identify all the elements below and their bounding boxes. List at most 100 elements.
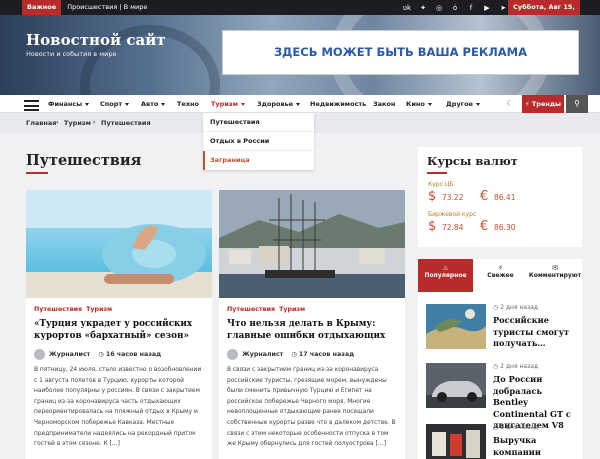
list-item[interactable]: ◷ 2 дня назад Выручка компании: [426, 424, 578, 459]
post-excerpt: В связи с закрытием границ из-за коронав…: [227, 367, 396, 448]
nav-item-realty[interactable]: Недвижимость: [310, 95, 366, 113]
social-links: ʋk ✦ ◎ ȯ f ▶ ➤: [399, 0, 511, 15]
ex-eur-value: 86.30: [494, 223, 516, 232]
current-date: Суббота, Авг 15, 2020: [508, 0, 580, 26]
nav-item-tourism[interactable]: Туризм: [211, 95, 245, 113]
flame-icon: ⚡: [525, 100, 530, 108]
cb-eur-value: 86.41: [494, 193, 516, 202]
post-title[interactable]: До России добралась Bentley Continental …: [493, 374, 579, 432]
dollar-icon: $: [428, 189, 437, 204]
breadcrumb-current: Путешествия: [101, 119, 151, 127]
dropdown-item-travel[interactable]: Путешествия: [203, 113, 314, 132]
post-image[interactable]: [219, 190, 405, 298]
tag-link[interactable]: Путешествия: [227, 306, 275, 313]
avatar: [227, 348, 238, 360]
post-meta: Журналист ◷ 16 часов назад: [34, 348, 161, 360]
page-title: Путешествия: [26, 152, 142, 169]
post-author[interactable]: Журналист: [242, 351, 283, 358]
avatar: [34, 348, 45, 360]
nav-item-health[interactable]: Здоровье: [257, 95, 301, 113]
post-thumbnail[interactable]: [426, 363, 486, 408]
dollar-icon: $: [428, 219, 437, 234]
post-card: Путешествия Туризм Что нельзя делать в Кр…: [219, 190, 405, 459]
clock-icon: ◷: [291, 350, 297, 358]
post-title[interactable]: Выручка компании: [493, 435, 579, 458]
tag-link[interactable]: Путешествия: [34, 306, 82, 313]
trends-button[interactable]: ⚡ Тренды: [522, 95, 564, 113]
main-nav: Финансы Спорт Авто Техно Туризм Здоровье…: [0, 95, 600, 113]
clock-icon: ◷: [98, 350, 104, 358]
tourism-dropdown: Путешествия Отдых в России Заграница: [203, 113, 314, 170]
nav-item-sport[interactable]: Спорт: [100, 95, 130, 113]
chevron-down-icon: [475, 102, 480, 106]
tag-link[interactable]: Туризм: [279, 306, 305, 313]
dropdown-item-russia[interactable]: Отдых в России: [203, 132, 314, 151]
post-time: 16 часов назад: [105, 350, 162, 358]
post-author[interactable]: Журналист: [49, 351, 90, 358]
tab-commented[interactable]: ✉ Комментируют: [528, 259, 582, 292]
nav-item-tech[interactable]: Техно: [177, 95, 199, 113]
tag-link[interactable]: Туризм: [86, 306, 112, 313]
facebook-icon[interactable]: f: [463, 4, 479, 12]
ad-text: ЗДЕСЬ МОЖЕТ БЫТЬ ВАША РЕКЛАМА: [273, 45, 528, 59]
search-icon[interactable]: ⚲: [566, 95, 588, 113]
currency-widget: Курсы валют Курс ЦБ $ 73.22 € 86.41 Бирж…: [418, 147, 582, 247]
post-image[interactable]: [26, 190, 212, 298]
comments-icon: ✉: [552, 264, 558, 272]
post-thumbnail[interactable]: [426, 424, 486, 459]
post-meta: Журналист ◷ 17 часов назад: [227, 348, 354, 360]
ad-banner[interactable]: ЗДЕСЬ МОЖЕТ БЫТЬ ВАША РЕКЛАМА: [222, 30, 579, 75]
post-date: ◷ 2 дня назад: [493, 304, 539, 311]
nav-item-other[interactable]: Другое: [446, 95, 480, 113]
breadcrumb-tourism[interactable]: Туризм: [64, 113, 91, 133]
posts-tabs-widget: ♨ Популярное ⚡ Свежее ✉ Комментируют ◷ 2 дн…: [418, 259, 582, 459]
post-thumbnail[interactable]: [426, 304, 486, 349]
cb-usd-value: 73.22: [442, 193, 464, 202]
instagram-icon[interactable]: ◎: [431, 4, 447, 12]
bolt-icon: ⚡: [498, 264, 503, 272]
site-tagline: Новости и события в мире: [26, 50, 117, 58]
chevron-down-icon: [161, 102, 166, 106]
post-title[interactable]: Что нельзя делать в Крыму: главные ошибк…: [227, 318, 399, 342]
tab-fresh[interactable]: ⚡ Свежее: [473, 259, 528, 292]
breadcrumb-home[interactable]: Главная: [26, 113, 56, 133]
post-time: 17 часов назад: [298, 350, 355, 358]
post-date: ◷ 2 дня назад: [493, 363, 539, 370]
nav-item-finance[interactable]: Финансы: [48, 95, 90, 113]
title-underline: [26, 172, 48, 174]
dark-mode-icon[interactable]: ☾: [503, 95, 517, 113]
site-title[interactable]: Новостной сайт: [26, 31, 166, 49]
tab-popular[interactable]: ♨ Популярное: [418, 259, 473, 292]
exchange-rate-label: Биржевой курс: [428, 211, 477, 218]
ex-usd-value: 72.84: [442, 223, 464, 232]
euro-icon: €: [480, 219, 489, 234]
twitter-icon[interactable]: ✦: [415, 4, 431, 12]
post-tags: Путешествия Туризм: [227, 306, 309, 313]
news-ticker[interactable]: Происшествия | В мире: [67, 0, 147, 15]
nav-item-law[interactable]: Закон: [373, 95, 395, 113]
chevron-down-icon: [427, 102, 432, 106]
chevron-down-icon: [125, 102, 130, 106]
nav-item-auto[interactable]: Авто: [141, 95, 166, 113]
post-card: Путешествия Туризм «Турция украдет у росс…: [26, 190, 212, 459]
post-tags: Путешествия Туризм: [34, 306, 116, 313]
menu-icon[interactable]: [24, 100, 39, 114]
nav-item-cinema[interactable]: Кино: [406, 95, 432, 113]
dropdown-item-abroad[interactable]: Заграница: [203, 151, 314, 170]
post-date: ◷ 2 дня назад: [493, 424, 539, 431]
youtube-icon[interactable]: ▶: [479, 4, 495, 12]
chevron-down-icon: [296, 102, 301, 106]
post-title[interactable]: «Турция украдет у российских курортов «б…: [34, 318, 206, 342]
cb-rate-label: Курс ЦБ: [428, 181, 454, 188]
flame-icon: ♨: [442, 264, 449, 272]
vk-icon[interactable]: ʋk: [399, 4, 415, 12]
breaking-tag: Важное: [22, 0, 62, 15]
list-item[interactable]: ◷ 2 дня назад Российские туристы смогут …: [426, 304, 578, 356]
widget-title: Курсы валют: [427, 154, 518, 168]
post-title[interactable]: Российские туристы смогут получать…: [493, 315, 579, 350]
euro-icon: €: [480, 189, 489, 204]
list-item[interactable]: ◷ 2 дня назад До России добралась Bentle…: [426, 363, 578, 430]
chevron-down-icon: [240, 102, 245, 106]
odnoklassniki-icon[interactable]: ȯ: [447, 4, 463, 12]
title-underline: [427, 172, 447, 174]
